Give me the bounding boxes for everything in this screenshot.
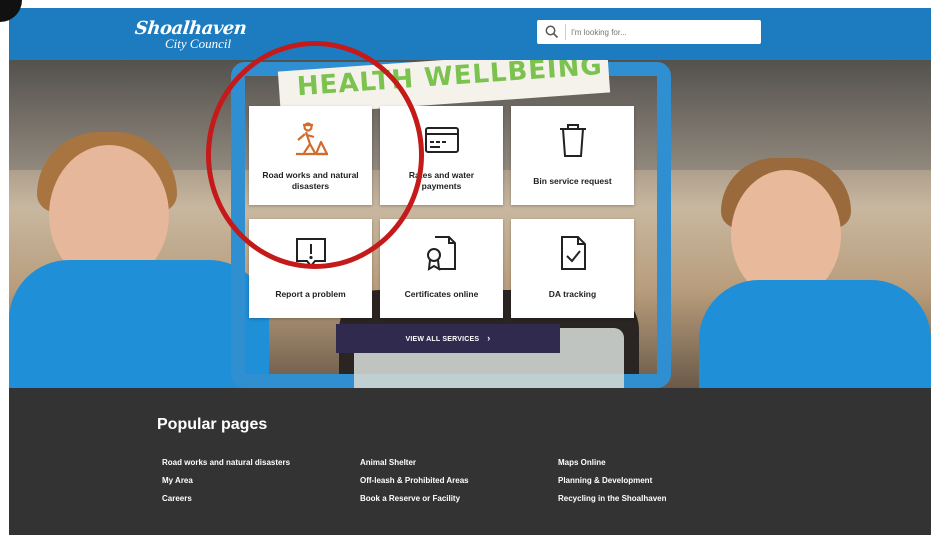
hero-sign-text: HEALTH WELLBEING bbox=[295, 60, 604, 103]
service-label: Road works and natural disasters bbox=[262, 170, 359, 191]
certificate-icon bbox=[426, 236, 456, 271]
logo-subtitle: City Council bbox=[165, 36, 232, 51]
popular-link[interactable]: Road works and natural disasters bbox=[162, 454, 290, 472]
service-tile-road-works[interactable]: Road works and natural disasters bbox=[249, 106, 372, 205]
service-label: Bin service request bbox=[533, 176, 612, 186]
service-tiles: Road works and natural disasters Rates a… bbox=[249, 106, 639, 318]
popular-column-2: Animal Shelter Off-leash & Prohibited Ar… bbox=[360, 454, 469, 508]
popular-link[interactable]: My Area bbox=[162, 472, 290, 490]
view-all-label: VIEW ALL SERVICES bbox=[405, 336, 480, 343]
payment-card-icon bbox=[424, 127, 459, 153]
road-worker-icon bbox=[295, 122, 328, 156]
chevron-right-icon: › bbox=[487, 333, 491, 343]
website: Shoalhaven City Council HEALTH WELLBEING bbox=[9, 8, 931, 535]
popular-link[interactable]: Maps Online bbox=[558, 454, 666, 472]
hero-banner: HEALTH WELLBEING Road works and natural … bbox=[9, 60, 931, 388]
hero-person-left-shirt bbox=[9, 260, 269, 388]
popular-column-3: Maps Online Planning & Development Recyc… bbox=[558, 454, 666, 508]
service-tile-rates[interactable]: Rates and water payments bbox=[380, 106, 503, 205]
document-check-icon bbox=[560, 236, 586, 270]
popular-link[interactable]: Animal Shelter bbox=[360, 454, 469, 472]
popular-pages-title: Popular pages bbox=[157, 416, 268, 433]
service-tile-bin[interactable]: Bin service request bbox=[511, 106, 634, 205]
service-tile-report[interactable]: Report a problem bbox=[249, 219, 372, 318]
council-logo[interactable]: Shoalhaven City Council bbox=[134, 14, 275, 54]
popular-pages: Popular pages Road works and natural dis… bbox=[9, 388, 931, 535]
popular-link[interactable]: Careers bbox=[162, 490, 290, 508]
search-divider bbox=[565, 24, 566, 40]
service-label: Certificates online bbox=[404, 289, 479, 299]
search-input[interactable] bbox=[571, 20, 755, 44]
popular-link[interactable]: Recycling in the Shoalhaven bbox=[558, 490, 666, 508]
popular-column-1: Road works and natural disasters My Area… bbox=[162, 454, 290, 508]
search-icon[interactable] bbox=[544, 24, 560, 40]
report-problem-icon bbox=[295, 238, 326, 268]
bin-icon bbox=[559, 124, 586, 157]
service-label: DA tracking bbox=[548, 289, 597, 299]
popular-link[interactable]: Planning & Development bbox=[558, 472, 666, 490]
service-label: Report a problem bbox=[275, 289, 346, 299]
service-tile-certificates[interactable]: Certificates online bbox=[380, 219, 503, 318]
search-box bbox=[537, 20, 761, 44]
popular-link[interactable]: Off-leash & Prohibited Areas bbox=[360, 472, 469, 490]
service-tile-da-tracking[interactable]: DA tracking bbox=[511, 219, 634, 318]
view-all-services-button[interactable]: VIEW ALL SERVICES › bbox=[336, 324, 560, 353]
popular-link[interactable]: Book a Reserve or Facility bbox=[360, 490, 469, 508]
site-header: Shoalhaven City Council bbox=[9, 8, 931, 60]
hero-person-right-shirt bbox=[699, 280, 931, 388]
service-label: Rates and water payments bbox=[408, 170, 475, 191]
